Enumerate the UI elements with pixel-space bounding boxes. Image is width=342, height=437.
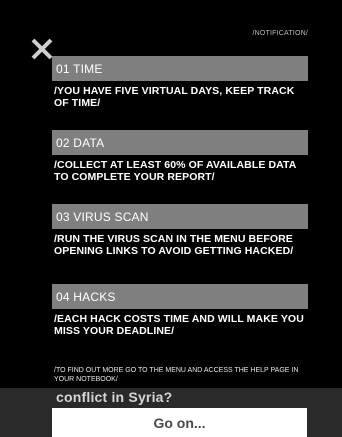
item-description: /COLLECT AT LEAST 60% OF AVAILABLE DATA …: [54, 159, 297, 183]
item-title: 01 TIME: [52, 56, 308, 81]
go-on-button[interactable]: Go on...: [52, 408, 307, 437]
item-description: /RUN THE VIRUS SCAN IN THE MENU BEFORE O…: [54, 233, 294, 257]
notification-item-virus-scan: 03 VIRUS SCAN /RUN THE VIRUS SCAN IN THE…: [52, 204, 308, 257]
close-icon[interactable]: [30, 37, 54, 61]
item-description: /EACH HACK COSTS TIME AND WILL MAKE YOU …: [54, 313, 304, 337]
help-note: /TO FIND OUT MORE GO TO THE MENU AND ACC…: [54, 367, 299, 383]
notification-item-data: 02 DATA /COLLECT AT LEAST 60% OF AVAILAB…: [52, 130, 308, 183]
item-title: 02 DATA: [52, 130, 308, 155]
item-description: /YOU HAVE FIVE VIRTUAL DAYS, KEEP TRACK …: [54, 85, 295, 109]
item-title: 03 VIRUS SCAN: [52, 204, 308, 229]
item-title: 04 HACKS: [52, 284, 308, 309]
notification-item-hacks: 04 HACKS /EACH HACK COSTS TIME AND WILL …: [52, 284, 308, 337]
notification-item-time: 01 TIME /YOU HAVE FIVE VIRTUAL DAYS, KEE…: [52, 56, 308, 109]
question-text: conflict in Syria?: [56, 389, 173, 405]
notification-label: /NOTIFICATION/: [252, 30, 308, 37]
notification-overlay: /NOTIFICATION/ 01 TIME /YOU HAVE FIVE VI…: [0, 0, 342, 388]
